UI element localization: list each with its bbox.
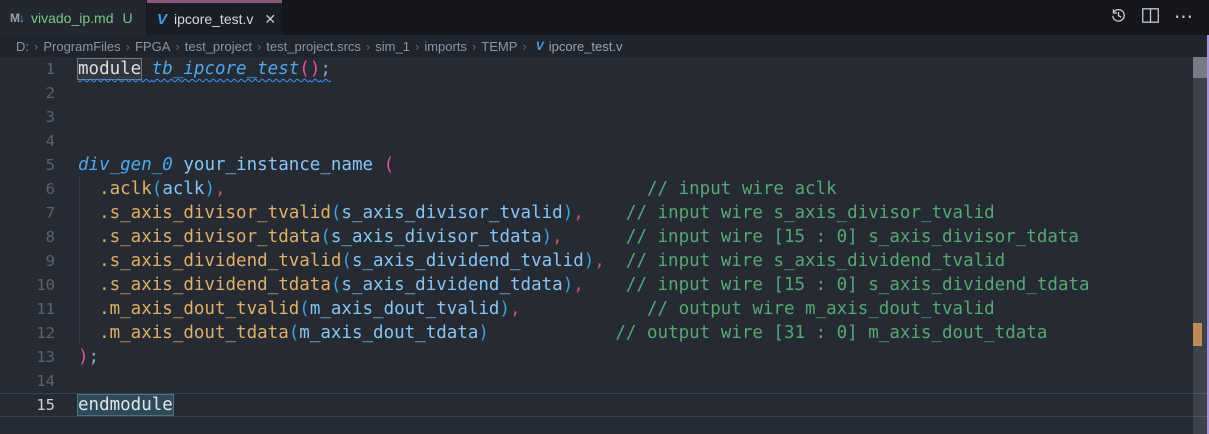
breadcrumb-item[interactable]: FPGA — [135, 39, 170, 54]
code-line[interactable]: 4 — [0, 129, 1209, 153]
breadcrumb-item[interactable]: ProgramFiles — [43, 39, 120, 54]
scrollbar-thumb[interactable] — [1193, 57, 1207, 78]
timeline-history-icon[interactable] — [1110, 7, 1127, 29]
breadcrumb-item[interactable]: test_project — [185, 39, 252, 54]
code-line[interactable]: 15endmodule — [0, 393, 1209, 417]
line-number: 10 — [0, 273, 55, 297]
breadcrumb-item[interactable]: imports — [424, 39, 467, 54]
tab-label: ipcore_test.v — [174, 11, 253, 27]
line-number: 14 — [0, 369, 55, 393]
more-actions-icon[interactable]: ⋯ — [1174, 13, 1193, 23]
code-text — [55, 105, 78, 129]
code-text: .s_axis_dividend_tdata(s_axis_dividend_t… — [55, 273, 1090, 297]
line-number: 15 — [0, 393, 55, 417]
line-number: 4 — [0, 129, 55, 153]
line-number: 6 — [0, 177, 55, 201]
tabbar-spacer — [282, 0, 1110, 35]
verilog-icon: V — [536, 39, 544, 53]
editor-window: M↓ vivado_ip.md U V ipcore_test.v ✕ — [0, 0, 1209, 434]
line-number: 9 — [0, 249, 55, 273]
code-text: .s_axis_dividend_tvalid(s_axis_dividend_… — [55, 249, 1005, 273]
tab-label: vivado_ip.md — [31, 10, 114, 26]
line-number: 8 — [0, 225, 55, 249]
breadcrumb-item[interactable]: TEMP — [481, 39, 517, 54]
editor-actions: ⋯ — [1110, 0, 1209, 35]
breadcrumb: D: › ProgramFiles › FPGA › test_project › test_p… — [0, 35, 1209, 57]
code-line[interactable]: 7 .s_axis_divisor_tvalid(s_axis_divisor_… — [0, 201, 1209, 225]
split-editor-icon[interactable] — [1142, 8, 1159, 28]
code-text: module tb_ipcore_test(); — [55, 57, 331, 81]
breadcrumb-items: D: › ProgramFiles › FPGA › test_project › test_p… — [14, 39, 530, 54]
line-number: 12 — [0, 321, 55, 345]
line-number: 11 — [0, 297, 55, 321]
line-number: 5 — [0, 153, 55, 177]
code-text: .m_axis_dout_tdata(m_axis_dout_tdata) //… — [55, 321, 1047, 345]
code-text: .s_axis_divisor_tvalid(s_axis_divisor_tv… — [55, 201, 995, 225]
line-number: 2 — [0, 81, 55, 105]
chevron-right-icon: › — [415, 39, 419, 54]
code-line[interactable]: 11 .m_axis_dout_tvalid(m_axis_dout_tvali… — [0, 297, 1209, 321]
code-text: ); — [55, 345, 99, 369]
git-untracked-badge: U — [123, 10, 133, 26]
chevron-right-icon: › — [257, 39, 261, 54]
chevron-right-icon: › — [366, 39, 370, 54]
code-text: div_gen_0 your_instance_name ( — [55, 153, 394, 177]
tab-ipcore-test-v[interactable]: V ipcore_test.v ✕ — [147, 0, 282, 35]
code-editor[interactable]: 1module tb_ipcore_test();2345div_gen_0 y… — [0, 57, 1209, 434]
tab-vivado-ip-md[interactable]: M↓ vivado_ip.md U — [0, 0, 147, 35]
code-line[interactable]: 3 — [0, 105, 1209, 129]
code-text — [55, 129, 78, 153]
code-text — [55, 81, 78, 105]
chevron-right-icon: › — [126, 39, 130, 54]
code-line[interactable]: 13); — [0, 345, 1209, 369]
code-line[interactable]: 14 — [0, 369, 1209, 393]
line-number: 7 — [0, 201, 55, 225]
line-number: 3 — [0, 105, 55, 129]
code-text — [55, 369, 78, 393]
chevron-right-icon: › — [175, 39, 179, 54]
code-line[interactable]: 5div_gen_0 your_instance_name ( — [0, 153, 1209, 177]
line-number: 1 — [0, 57, 55, 81]
breadcrumb-item[interactable]: test_project.srcs — [266, 39, 361, 54]
overview-ruler-marker — [1193, 323, 1202, 346]
verilog-icon: V — [157, 11, 167, 28]
breadcrumb-item[interactable]: sim_1 — [375, 39, 410, 54]
code-line[interactable]: 8 .s_axis_divisor_tdata(s_axis_divisor_t… — [0, 225, 1209, 249]
markdown-icon: M↓ — [10, 11, 24, 25]
chevron-right-icon: › — [472, 39, 476, 54]
close-icon[interactable]: ✕ — [264, 11, 276, 28]
code-line[interactable]: 1module tb_ipcore_test(); — [0, 57, 1209, 81]
code-text: .s_axis_divisor_tdata(s_axis_divisor_tda… — [55, 225, 1079, 249]
code-line[interactable]: 10 .s_axis_dividend_tdata(s_axis_dividen… — [0, 273, 1209, 297]
breadcrumb-file[interactable]: ipcore_test.v — [549, 39, 623, 54]
code-lines: 1module tb_ipcore_test();2345div_gen_0 y… — [0, 57, 1209, 417]
code-text: .aclk(aclk), // input wire aclk — [55, 177, 837, 201]
code-text: .m_axis_dout_tvalid(m_axis_dout_tvalid),… — [55, 297, 995, 321]
code-line[interactable]: 9 .s_axis_dividend_tvalid(s_axis_dividen… — [0, 249, 1209, 273]
chevron-right-icon: › — [522, 39, 526, 54]
indent-guide — [79, 177, 80, 345]
code-text: endmodule — [55, 393, 173, 417]
scrollbar-track[interactable] — [1193, 57, 1207, 434]
breadcrumb-item[interactable]: D: — [16, 39, 29, 54]
line-number: 13 — [0, 345, 55, 369]
chevron-right-icon: › — [34, 39, 38, 54]
tab-bar: M↓ vivado_ip.md U V ipcore_test.v ✕ — [0, 0, 1209, 35]
code-line[interactable]: 12 .m_axis_dout_tdata(m_axis_dout_tdata)… — [0, 321, 1209, 345]
code-line[interactable]: 6 .aclk(aclk), // input wire aclk — [0, 177, 1209, 201]
code-line[interactable]: 2 — [0, 81, 1209, 105]
